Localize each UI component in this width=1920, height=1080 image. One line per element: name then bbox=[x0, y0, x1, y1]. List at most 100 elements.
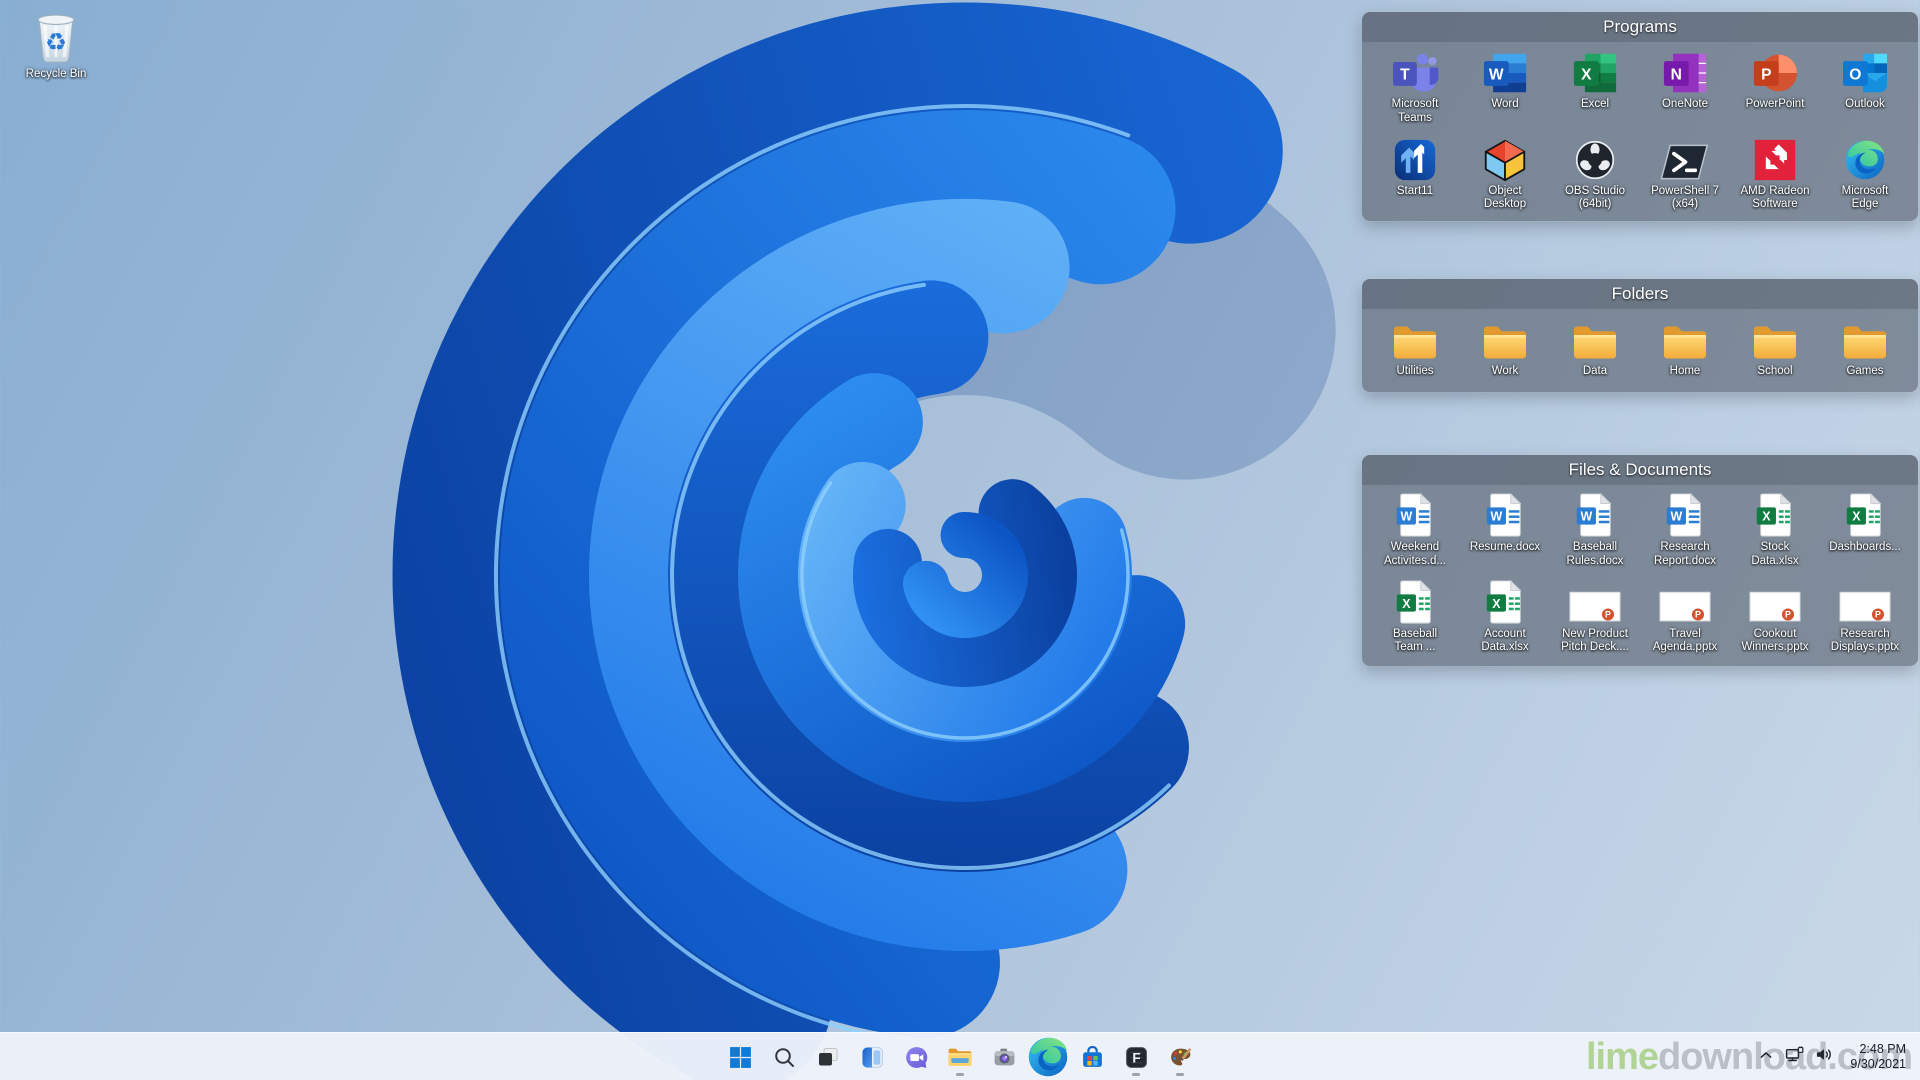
shortcut-folder[interactable]: Work bbox=[1460, 314, 1550, 379]
shortcut-pptx-doc[interactable]: P New Product Pitch Deck.... bbox=[1550, 577, 1640, 656]
fence-title-programs[interactable]: Programs bbox=[1362, 12, 1918, 42]
shortcut-label: Dashboards... bbox=[1829, 541, 1901, 553]
desktop-icon-recycle-bin[interactable]: ♻ Recycle Bin bbox=[8, 8, 104, 82]
svg-text:W: W bbox=[1491, 510, 1503, 524]
shortcut-onenote-app[interactable]: N OneNote bbox=[1640, 47, 1730, 126]
ms-teams-icon: T bbox=[1391, 47, 1439, 95]
word-doc-icon: W bbox=[1395, 490, 1435, 538]
shortcut-excel-doc[interactable]: X Stock Data.xlsx bbox=[1730, 490, 1820, 569]
shortcut-powershell7[interactable]: PowerShell 7 (x64) bbox=[1640, 134, 1730, 213]
excel-doc-icon: X bbox=[1845, 490, 1885, 538]
object-desktop-icon bbox=[1482, 134, 1528, 182]
tray-button-volume[interactable] bbox=[1809, 1037, 1838, 1077]
taskbar-button-file-explorer[interactable] bbox=[938, 1036, 982, 1078]
shortcut-powerpoint-app[interactable]: P PowerPoint bbox=[1730, 47, 1820, 126]
shortcut-pptx-doc[interactable]: P Travel Agenda.pptx bbox=[1640, 577, 1730, 656]
shortcut-label: Work bbox=[1491, 365, 1519, 377]
shortcut-folder[interactable]: School bbox=[1730, 314, 1820, 379]
outlook-app-icon: O bbox=[1841, 47, 1889, 95]
shortcut-edge-app[interactable]: Microsoft Edge bbox=[1820, 134, 1910, 213]
taskbar-clock[interactable]: 2:48 PM 9/30/2021 bbox=[1842, 1042, 1916, 1072]
taskbar-button-edge-app[interactable] bbox=[1026, 1036, 1070, 1078]
shortcut-folder[interactable]: Data bbox=[1550, 314, 1640, 379]
shortcut-object-desktop[interactable]: Object Desktop bbox=[1460, 134, 1550, 213]
shortcut-label: Data bbox=[1582, 365, 1608, 377]
shortcut-word-doc[interactable]: W Weekend Activites.d... bbox=[1370, 490, 1460, 569]
edge-app-icon bbox=[1025, 1035, 1071, 1079]
shortcut-label: OBS Studio (64bit) bbox=[1564, 184, 1626, 211]
shortcut-amd-radeon[interactable]: AMD Radeon Software bbox=[1730, 134, 1820, 213]
taskbar-button-store[interactable] bbox=[1070, 1036, 1114, 1078]
task-view-icon bbox=[816, 1045, 840, 1069]
file-explorer-icon bbox=[947, 1046, 973, 1068]
svg-text:X: X bbox=[1492, 596, 1501, 610]
system-tray: 2:48 PM 9/30/2021 bbox=[1748, 1033, 1916, 1080]
shortcut-word-doc[interactable]: W Resume.docx bbox=[1460, 490, 1550, 569]
shortcut-start11[interactable]: Start11 bbox=[1370, 134, 1460, 213]
taskbar-button-paint-palette[interactable] bbox=[1158, 1036, 1202, 1078]
chat-icon bbox=[904, 1045, 929, 1070]
shortcut-excel-doc[interactable]: X Account Data.xlsx bbox=[1460, 577, 1550, 656]
shortcut-folder[interactable]: Home bbox=[1640, 314, 1730, 379]
shortcut-folder[interactable]: Games bbox=[1820, 314, 1910, 379]
svg-text:N: N bbox=[1671, 66, 1682, 83]
tray-button-chevron-up[interactable] bbox=[1752, 1037, 1780, 1077]
fence-grid-files: W Weekend Activites.d... W Resume.docx W Base… bbox=[1362, 485, 1918, 663]
taskbar-button-widgets[interactable] bbox=[850, 1036, 894, 1078]
svg-text:O: O bbox=[1849, 66, 1861, 83]
shortcut-word-doc[interactable]: W Research Report.docx bbox=[1640, 490, 1730, 569]
taskbar-button-task-view[interactable] bbox=[806, 1036, 850, 1078]
tray-icon-group bbox=[1748, 1037, 1842, 1077]
shortcut-pptx-doc[interactable]: P Cookout Winners.pptx bbox=[1730, 577, 1820, 656]
excel-doc-icon: X bbox=[1485, 577, 1525, 625]
shortcut-pptx-doc[interactable]: P Research Displays.pptx bbox=[1820, 577, 1910, 656]
shortcut-label: Microsoft Edge bbox=[1841, 184, 1889, 211]
running-indicator bbox=[1176, 1073, 1184, 1076]
word-app-icon: W bbox=[1481, 47, 1529, 95]
powerpoint-app-icon: P bbox=[1751, 47, 1799, 95]
fence-grid-programs: T Microsoft Teams W Word X Excel N OneNote P Powe… bbox=[1362, 42, 1918, 220]
shortcut-label: PowerShell 7 (x64) bbox=[1651, 184, 1719, 211]
svg-text:W: W bbox=[1671, 510, 1683, 524]
shortcut-excel-doc[interactable]: X Baseball Team ... bbox=[1370, 577, 1460, 656]
folder-icon bbox=[1660, 314, 1710, 362]
pptx-doc-icon: P bbox=[1749, 577, 1801, 625]
fence-title-folders[interactable]: Folders bbox=[1362, 279, 1918, 309]
shortcut-excel-app[interactable]: X Excel bbox=[1550, 47, 1640, 126]
shortcut-label: PowerPoint bbox=[1745, 98, 1805, 110]
taskbar-button-search[interactable] bbox=[762, 1036, 806, 1078]
shortcut-word-doc[interactable]: W Baseball Rules.docx bbox=[1550, 490, 1640, 569]
shortcut-label: Microsoft Teams bbox=[1391, 98, 1439, 124]
chevron-up-icon bbox=[1756, 1045, 1776, 1070]
shortcut-label: Weekend Activites.d... bbox=[1384, 541, 1446, 567]
taskbar-button-start[interactable] bbox=[718, 1036, 762, 1078]
shortcut-label: Home bbox=[1669, 365, 1701, 377]
pptx-doc-icon: P bbox=[1659, 577, 1711, 625]
clock-date: 9/30/2021 bbox=[1850, 1057, 1906, 1071]
shortcut-label: Stock Data.xlsx bbox=[1751, 541, 1799, 567]
svg-text:P: P bbox=[1605, 609, 1611, 619]
fence-folders: Folders Utilities Work Data Home School Games bbox=[1362, 279, 1918, 392]
shortcut-label: Start11 bbox=[1396, 184, 1434, 197]
shortcut-ms-teams[interactable]: T Microsoft Teams bbox=[1370, 47, 1460, 126]
taskbar-button-camera[interactable] bbox=[982, 1036, 1026, 1078]
folder-icon bbox=[1840, 314, 1890, 362]
shortcut-excel-doc[interactable]: X Dashboards... bbox=[1820, 490, 1910, 569]
taskbar-button-chat[interactable] bbox=[894, 1036, 938, 1078]
search-icon bbox=[772, 1045, 796, 1069]
taskbar-button-fences-app[interactable]: F bbox=[1114, 1036, 1158, 1078]
shortcut-obs-studio[interactable]: OBS Studio (64bit) bbox=[1550, 134, 1640, 213]
fence-title-files[interactable]: Files & Documents bbox=[1362, 455, 1918, 485]
svg-text:X: X bbox=[1762, 510, 1771, 524]
desktop-icon-label: Recycle Bin bbox=[25, 68, 87, 80]
tray-button-network[interactable] bbox=[1780, 1037, 1809, 1077]
shortcut-word-app[interactable]: W Word bbox=[1460, 47, 1550, 126]
onenote-app-icon: N bbox=[1661, 47, 1709, 95]
shortcut-label: Utilities bbox=[1396, 365, 1434, 377]
svg-text:X: X bbox=[1402, 596, 1411, 610]
shortcut-folder[interactable]: Utilities bbox=[1370, 314, 1460, 379]
shortcut-label: Word bbox=[1491, 98, 1519, 110]
paint-palette-icon bbox=[1168, 1045, 1193, 1070]
shortcut-outlook-app[interactable]: O Outlook bbox=[1820, 47, 1910, 126]
word-doc-icon: W bbox=[1485, 490, 1525, 538]
